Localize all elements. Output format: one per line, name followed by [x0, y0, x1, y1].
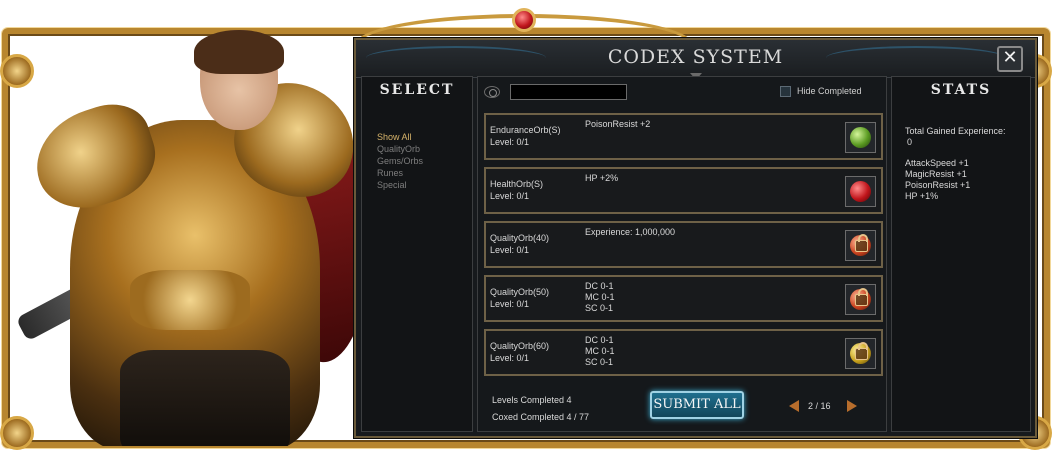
item-slot[interactable] — [845, 338, 876, 369]
row-effects: PoisonResist +2 — [585, 119, 650, 130]
category-gems-orbs[interactable]: Gems/Orbs — [377, 155, 472, 167]
row-effect: DC 0-1 — [585, 281, 614, 291]
stat-bonus: AttackSpeed +1 — [905, 158, 969, 168]
character-hair — [194, 30, 284, 74]
stats-heading: STATS — [930, 82, 992, 98]
row-item-name: QualityOrb(50) — [490, 287, 550, 297]
row-effects: DC 0-1 MC 0-1 SC 0-1 — [585, 335, 615, 368]
red-orb-icon — [850, 181, 871, 202]
armored-warrior-character-art — [10, 30, 370, 446]
row-effect: PoisonResist +2 — [585, 119, 651, 129]
window-title: CODEX SYSTEM — [607, 46, 784, 68]
row-item-name: EnduranceOrb(S) — [490, 125, 561, 135]
stat-bonus: MagicResist +1 — [905, 169, 967, 179]
search-input[interactable] — [510, 84, 627, 100]
row-level: Level: 0/1 — [490, 191, 530, 201]
select-heading: SELECT — [379, 82, 455, 98]
row-name-block: QualityOrb(50) Level: 0/1 — [490, 286, 549, 310]
green-orb-icon — [850, 127, 871, 148]
stats-body: Total Gained Experience: 0 AttackSpeed +… — [905, 126, 1006, 202]
row-effects: DC 0-1 MC 0-1 SC 0-1 — [585, 281, 615, 314]
total-experience-label: Total Gained Experience: — [905, 126, 1006, 136]
row-effect: MC 0-1 — [585, 346, 615, 356]
stats-panel: STATS Total Gained Experience: 0 AttackS… — [891, 76, 1031, 432]
page-indicator: 2 / 16 — [808, 401, 831, 411]
row-level: Level: 0/1 — [490, 353, 530, 363]
hide-completed-label: Hide Completed — [797, 86, 862, 96]
lock-icon — [855, 234, 868, 252]
lock-icon — [855, 342, 868, 360]
category-runes[interactable]: Runes — [377, 167, 472, 179]
ruby-gem-icon — [512, 8, 536, 32]
codex-row[interactable]: HealthOrb(S) Level: 0/1 HP +2% — [484, 167, 883, 214]
row-effect: Experience: 1,000,000 — [585, 227, 676, 237]
row-name-block: HealthOrb(S) Level: 0/1 — [490, 178, 543, 202]
next-page-arrow-icon[interactable] — [847, 400, 857, 412]
select-panel: SELECT Show All QualityOrb Gems/Orbs Run… — [361, 76, 473, 432]
codex-list-panel: Hide Completed EnduranceOrb(S) Level: 0/… — [477, 76, 887, 432]
top-crest-ornament — [356, 0, 692, 74]
row-effect: MC 0-1 — [585, 292, 615, 302]
item-slot[interactable] — [845, 230, 876, 261]
category-special[interactable]: Special — [377, 179, 472, 191]
lion-belt-buckle — [130, 270, 250, 330]
lock-icon — [855, 288, 868, 306]
row-level: Level: 0/1 — [490, 299, 530, 309]
row-level: Level: 0/1 — [490, 137, 530, 147]
close-button[interactable]: ✕ — [997, 46, 1023, 72]
armored-legs — [120, 350, 290, 446]
category-list: Show All QualityOrb Gems/Orbs Runes Spec… — [362, 131, 472, 191]
row-effects: HP +2% — [585, 173, 618, 184]
total-experience-value: 0 — [907, 137, 913, 147]
search-icon — [484, 86, 500, 98]
row-effect: HP +2% — [585, 173, 619, 183]
previous-page-arrow-icon[interactable] — [789, 400, 799, 412]
row-effects: Experience: 1,000,000 — [585, 227, 675, 238]
row-effect: SC 0-1 — [585, 357, 614, 367]
row-item-name: QualityOrb(40) — [490, 233, 550, 243]
row-level: Level: 0/1 — [490, 245, 530, 255]
item-slot[interactable] — [845, 284, 876, 315]
row-item-name: QualityOrb(60) — [490, 341, 550, 351]
submit-all-button[interactable]: SUBMIT ALL — [650, 391, 744, 419]
row-item-name: HealthOrb(S) — [490, 179, 544, 189]
stat-bonus: PoisonResist +1 — [905, 180, 971, 190]
coxed-completed-text: Coxed Completed 4 / 77 — [492, 412, 590, 422]
item-slot[interactable] — [845, 122, 876, 153]
row-name-block: QualityOrb(40) Level: 0/1 — [490, 232, 549, 256]
row-effect: SC 0-1 — [585, 303, 614, 313]
hide-completed-checkbox[interactable] — [780, 86, 791, 97]
levels-completed-text: Levels Completed 4 — [492, 395, 572, 405]
codex-row[interactable]: EnduranceOrb(S) Level: 0/1 PoisonResist … — [484, 113, 883, 160]
category-show-all[interactable]: Show All — [377, 131, 472, 143]
row-name-block: EnduranceOrb(S) Level: 0/1 — [490, 124, 561, 148]
item-slot[interactable] — [845, 176, 876, 207]
row-name-block: QualityOrb(60) Level: 0/1 — [490, 340, 549, 364]
codex-row[interactable]: QualityOrb(40) Level: 0/1 Experience: 1,… — [484, 221, 883, 268]
codex-row[interactable]: QualityOrb(60) Level: 0/1 DC 0-1 MC 0-1 … — [484, 329, 883, 376]
stat-bonus: HP +1% — [905, 191, 939, 201]
row-effect: DC 0-1 — [585, 335, 614, 345]
category-quality-orb[interactable]: QualityOrb — [377, 143, 472, 155]
codex-window: CODEX SYSTEM ✕ SELECT Show All QualityOr… — [354, 38, 1037, 438]
codex-row[interactable]: QualityOrb(50) Level: 0/1 DC 0-1 MC 0-1 … — [484, 275, 883, 322]
title-bar: CODEX SYSTEM ✕ — [356, 40, 1035, 80]
